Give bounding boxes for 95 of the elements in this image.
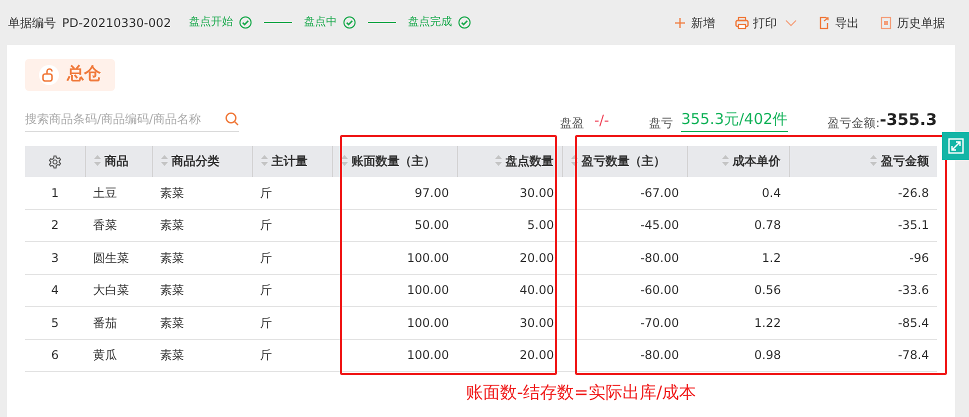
- sort-icon: [94, 155, 100, 166]
- sort-icon: [722, 155, 728, 166]
- gain-label: 盘盈: [560, 114, 584, 132]
- table-cell: 斤: [252, 242, 332, 274]
- table-cell: 20.00: [457, 242, 562, 274]
- table-cell: 斤: [252, 209, 332, 242]
- column-header[interactable]: 商品分类: [152, 146, 252, 176]
- table-cell: 斤: [252, 339, 332, 372]
- search-icon: [225, 112, 239, 126]
- table-cell: 素菜: [152, 306, 252, 339]
- table-cell: -70.00: [562, 306, 687, 339]
- table-cell: 黄瓜: [85, 339, 152, 372]
- table-cell: 素菜: [152, 209, 252, 242]
- table-cell: 番茄: [85, 306, 152, 339]
- table-cell: 0.98: [687, 339, 789, 372]
- table-cell: -35.1: [789, 209, 937, 242]
- table-cell: 100.00: [332, 339, 457, 372]
- document-icon: [879, 16, 893, 30]
- history-button[interactable]: 历史单据: [875, 14, 949, 32]
- table-cell: 20.00: [457, 339, 562, 372]
- row-number: 2: [25, 209, 85, 242]
- table-cell: 100.00: [332, 242, 457, 274]
- step-label: 盘点完成: [408, 14, 452, 30]
- export-button[interactable]: 导出: [813, 14, 863, 32]
- table-cell: 1.2: [687, 242, 789, 274]
- printer-icon: [735, 16, 749, 30]
- loss-label: 盘亏: [649, 114, 674, 132]
- table-cell: 圆生菜: [85, 242, 152, 274]
- amount-value: -355.3: [880, 108, 937, 130]
- sort-icon: [494, 155, 502, 166]
- row-number: 4: [25, 274, 85, 306]
- table-cell: -45.00: [562, 209, 687, 242]
- table-cell: 素菜: [152, 176, 252, 209]
- step-label: 盘点中: [304, 14, 338, 30]
- column-header[interactable]: 盈亏金额: [789, 146, 937, 176]
- table-cell: -26.8: [789, 176, 937, 209]
- sort-icon: [260, 155, 268, 166]
- gain-value: -/-: [594, 112, 610, 130]
- sort-icon: [160, 155, 168, 166]
- settings-icon[interactable]: [48, 154, 62, 169]
- table-cell: 0.4: [687, 176, 789, 209]
- table-cell: 香菜: [85, 209, 152, 242]
- table-cell: 5.00: [457, 209, 562, 242]
- table-cell: 30.00: [457, 306, 562, 339]
- row-number: 1: [25, 176, 85, 209]
- print-button[interactable]: 打印: [731, 14, 801, 32]
- table-cell: 斤: [252, 306, 332, 339]
- row-number: 5: [25, 306, 85, 339]
- add-button[interactable]: 新增: [669, 14, 719, 32]
- column-header[interactable]: 盈亏数量（主）: [562, 146, 687, 176]
- table-cell: 素菜: [152, 339, 252, 372]
- plus-icon: [673, 16, 687, 30]
- table-cell: -80.00: [562, 242, 687, 274]
- table-cell: 大白菜: [85, 274, 152, 306]
- table-cell: -96: [789, 242, 937, 274]
- table-cell: -33.6: [789, 274, 937, 306]
- table-cell: 土豆: [85, 176, 152, 209]
- table-cell: 斤: [252, 274, 332, 306]
- sort-icon: [570, 155, 578, 166]
- table-cell: -67.00: [562, 176, 687, 209]
- column-header[interactable]: 成本单价: [687, 146, 789, 176]
- table-cell: 0.56: [687, 274, 789, 306]
- warehouse-badge: 总仓: [25, 59, 115, 90]
- sort-icon: [870, 155, 877, 166]
- sort-icon: [340, 155, 348, 166]
- expand-button[interactable]: [942, 132, 969, 160]
- column-header[interactable]: 主计量: [252, 146, 332, 176]
- expand-icon: [948, 138, 964, 154]
- table-cell: 100.00: [332, 306, 457, 339]
- table-cell: 0.78: [687, 209, 789, 242]
- table-cell: -78.4: [789, 339, 937, 372]
- table-cell: 97.00: [332, 176, 457, 209]
- column-header[interactable]: 商品: [85, 146, 152, 176]
- table-cell: 40.00: [457, 274, 562, 306]
- annotation-text: 账面数-结存数=实际出库/成本: [466, 382, 696, 405]
- table-cell: -60.00: [562, 274, 687, 306]
- doc-number-label: 单据编号: [8, 14, 56, 32]
- table-cell: 100.00: [332, 274, 457, 306]
- export-icon: [817, 16, 831, 30]
- step-label: 盘点开始: [189, 14, 234, 30]
- table-cell: 素菜: [152, 242, 252, 274]
- column-header[interactable]: 账面数量（主）: [332, 146, 457, 176]
- table-cell: -85.4: [789, 306, 937, 339]
- column-header[interactable]: 盘点数量: [457, 146, 562, 176]
- row-number: 6: [25, 339, 85, 372]
- table-cell: 30.00: [457, 176, 562, 209]
- table-cell: 1.22: [687, 306, 789, 339]
- table-cell: 斤: [252, 176, 332, 209]
- table-cell: 素菜: [152, 274, 252, 306]
- doc-number: PD-20210330-002: [62, 14, 172, 32]
- table-cell: 50.00: [332, 209, 457, 242]
- amount-label: 盈亏金额:: [828, 114, 880, 132]
- row-number: 3: [25, 242, 85, 274]
- warehouse-icon: [39, 64, 59, 85]
- table-cell: -80.00: [562, 339, 687, 372]
